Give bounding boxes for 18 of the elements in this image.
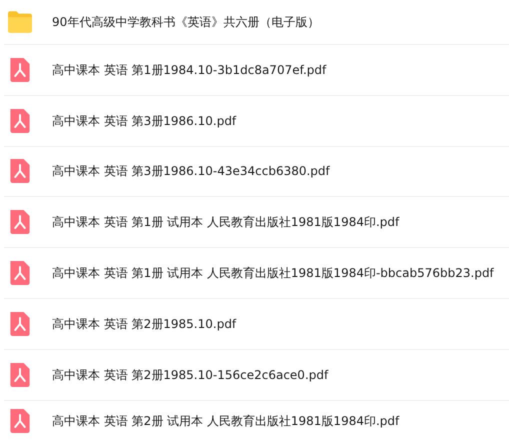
folder-icon bbox=[8, 10, 32, 34]
pdf-file-icon bbox=[8, 108, 32, 133]
pdf-file-icon bbox=[8, 261, 32, 286]
pdf-file-icon bbox=[8, 408, 32, 433]
file-name[interactable]: 高中课本 英语 第2册1985.10-156ce2c6ace0.pdf bbox=[52, 366, 328, 384]
folder-name[interactable]: 90年代高级中学教科书《英语》共六册（电子版） bbox=[52, 13, 320, 31]
file-name[interactable]: 高中课本 英语 第2册1985.10.pdf bbox=[52, 314, 236, 333]
pdf-file-icon bbox=[8, 159, 32, 184]
pdf-file-icon bbox=[8, 210, 32, 234]
file-name[interactable]: 高中课本 英语 第1册1984.10-3b1dc8a707ef.pdf bbox=[52, 60, 326, 79]
file-name[interactable]: 高中课本 英语 第1册 试用本 人民教育出版社1981版1984印-bbcab576bb23.pdf bbox=[52, 264, 494, 282]
pdf-file-icon bbox=[8, 362, 32, 387]
pdf-file-icon bbox=[8, 58, 32, 82]
file-name[interactable]: 高中课本 英语 第1册 试用本 人民教育出版社1981版1984印.pdf bbox=[52, 213, 400, 232]
file-name[interactable]: 高中课本 英语 第3册1986.10-43e34ccb6380.pdf bbox=[52, 162, 330, 180]
file-name[interactable]: 高中课本 英语 第3册1986.10.pdf bbox=[52, 112, 236, 130]
file-name[interactable]: 高中课本 英语 第2册 试用本 人民教育出版社1981版1984印.pdf bbox=[52, 412, 400, 430]
pdf-file-icon bbox=[8, 312, 32, 336]
